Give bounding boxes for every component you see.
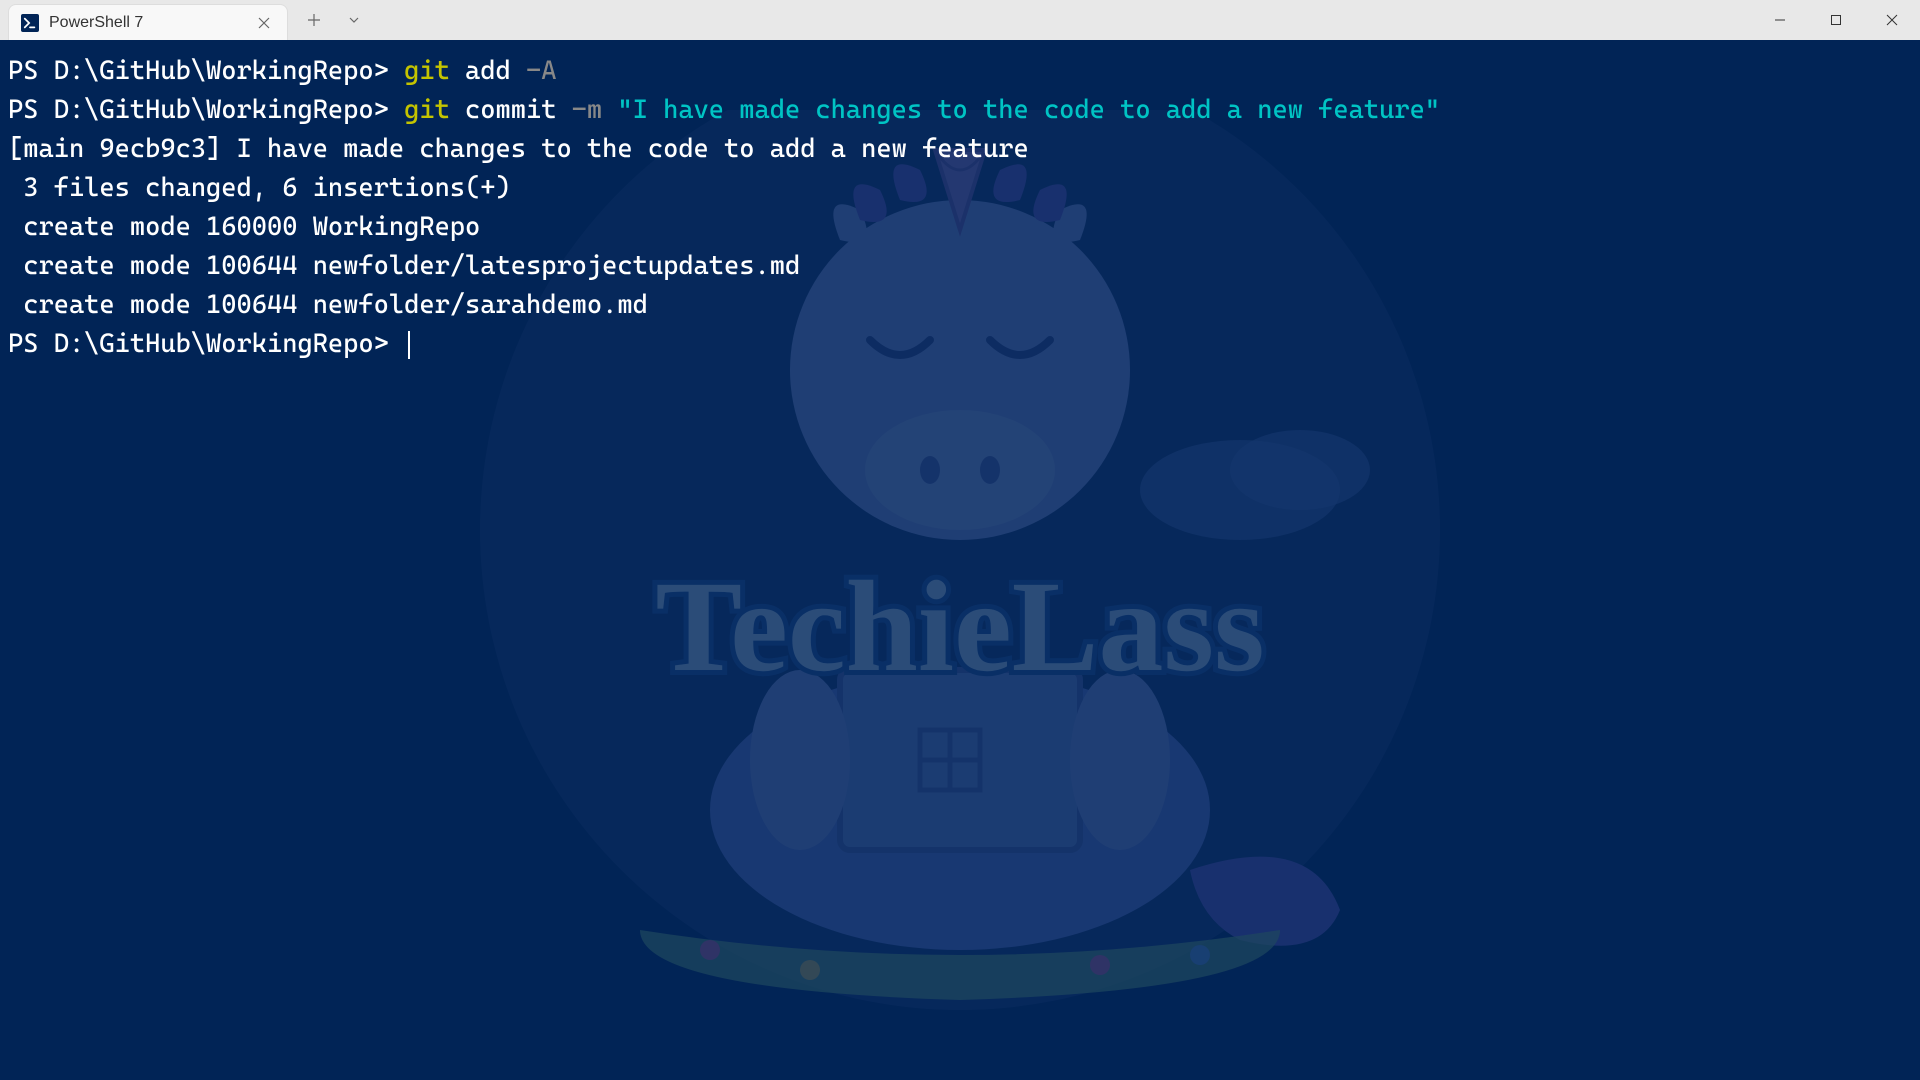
- terminal-line: create mode 160000 WorkingRepo: [8, 208, 1912, 247]
- title-bar-left: PowerShell 7: [0, 0, 372, 40]
- minimize-button[interactable]: [1752, 0, 1808, 40]
- terminal-output: PS D:\GitHub\WorkingRepo> git add -APS D…: [8, 52, 1912, 364]
- close-window-button[interactable]: [1864, 0, 1920, 40]
- terminal-area[interactable]: TechieLass TechieLass PS D:\GitHub\Worki…: [0, 40, 1920, 1080]
- terminal-line: PS D:\GitHub\WorkingRepo> git add -A: [8, 52, 1912, 91]
- tab-powershell[interactable]: PowerShell 7: [8, 4, 288, 40]
- terminal-line: [main 9ecb9c3] I have made changes to th…: [8, 130, 1912, 169]
- window-controls: [1752, 0, 1920, 40]
- tab-actions: [296, 2, 372, 38]
- powershell-icon: [21, 14, 39, 32]
- svg-text:TechieLass: TechieLass: [655, 555, 1264, 699]
- svg-text:TechieLass: TechieLass: [655, 555, 1264, 699]
- terminal-line: PS D:\GitHub\WorkingRepo>: [8, 325, 1912, 364]
- terminal-line: create mode 100644 newfolder/latesprojec…: [8, 247, 1912, 286]
- new-tab-button[interactable]: [296, 2, 332, 38]
- tab-close-button[interactable]: [253, 12, 275, 34]
- maximize-button[interactable]: [1808, 0, 1864, 40]
- terminal-line: create mode 100644 newfolder/sarahdemo.m…: [8, 286, 1912, 325]
- tab-dropdown-button[interactable]: [336, 2, 372, 38]
- terminal-line: PS D:\GitHub\WorkingRepo> git commit -m …: [8, 91, 1912, 130]
- cursor: [408, 331, 410, 359]
- terminal-line: 3 files changed, 6 insertions(+): [8, 169, 1912, 208]
- title-bar: PowerShell 7: [0, 0, 1920, 40]
- tab-title: PowerShell 7: [49, 14, 243, 32]
